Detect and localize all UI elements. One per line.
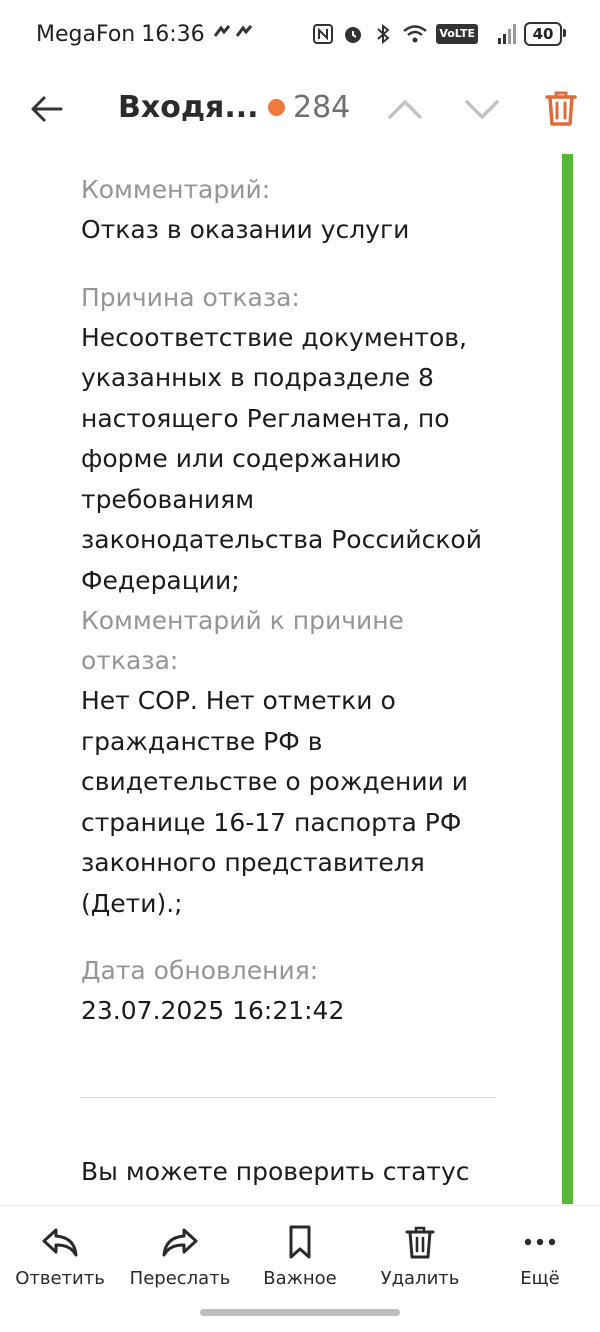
status-indicator-bar — [562, 154, 573, 1204]
bluetooth-icon — [377, 23, 390, 45]
section-value: Отказ в оказании услуги — [81, 215, 410, 244]
section-value-line: Несоответствие документов, — [81, 322, 467, 352]
more-label: Ещё — [520, 1268, 560, 1289]
mail-header: Входя... 284 — [0, 74, 600, 144]
section-value-line: гражданстве РФ в — [81, 726, 323, 756]
trash-icon — [405, 1226, 435, 1259]
section-update-date: Дата обновления: 23.07.2025 16:21:42 — [81, 951, 501, 1032]
unread-count: 284 — [293, 90, 351, 125]
section-label: Комментарий: — [81, 175, 271, 204]
section-value-line: законодательства Российской — [81, 525, 482, 554]
section-reason-comment: Комментарий к причине отказа: Нет СОР. Н… — [81, 601, 501, 924]
more-dots-icon — [524, 1238, 556, 1246]
unread-counter: 284 — [268, 90, 350, 125]
reply-icon — [42, 1228, 78, 1257]
status-check-text: Вы можете проверить статус — [81, 1157, 470, 1186]
section-label-line: Комментарий к причине — [81, 606, 404, 635]
delete-label: Удалить — [380, 1268, 460, 1289]
alarm-icon — [345, 27, 362, 43]
content-divider — [81, 1097, 495, 1098]
forward-button[interactable]: Переслать — [120, 1224, 240, 1289]
reply-label: Ответить — [15, 1268, 105, 1289]
more-button[interactable]: Ещё — [480, 1224, 600, 1289]
folder-title[interactable]: Входя... — [118, 90, 259, 125]
home-indicator[interactable] — [200, 1309, 400, 1316]
section-value-line: указанных в подразделе 8 — [81, 363, 434, 392]
status-icons: VoLTE 40 — [312, 22, 566, 46]
bookmark-icon — [289, 1225, 311, 1259]
section-value: 23.07.2025 16:21:42 — [81, 996, 345, 1025]
section-value-line: законного представителя — [81, 848, 425, 877]
important-label: Важное — [263, 1268, 337, 1289]
section-value-line: странице 16-17 паспорта РФ — [81, 807, 462, 837]
important-button[interactable]: Важное — [240, 1224, 360, 1289]
section-value-line: свидетельстве о рождении и — [81, 767, 469, 796]
forward-icon — [162, 1228, 198, 1257]
battery-icon: 40 — [524, 22, 566, 46]
status-left: MegaFon 16:36 — [36, 22, 255, 47]
section-value-line: (Дети).; — [81, 888, 183, 918]
section-label: Дата обновления: — [81, 956, 319, 985]
previous-message-icon[interactable] — [385, 92, 425, 126]
section-label: Причина отказа: — [81, 282, 300, 312]
section-value-line: Федерации; — [81, 565, 240, 595]
carrier-name: MegaFon — [36, 22, 136, 47]
next-message-icon[interactable] — [462, 92, 502, 126]
message-body: Комментарий: Отказ в оказании услуги При… — [81, 170, 501, 1032]
section-label-line: отказа: — [81, 646, 179, 675]
signal-icon — [498, 24, 516, 44]
forward-label: Переслать — [129, 1268, 231, 1289]
battery-level: 40 — [532, 25, 554, 43]
delete-trash-icon[interactable] — [544, 88, 578, 128]
status-bar: MegaFon 16:36 VoLTE 40 — [0, 0, 600, 74]
section-reason: Причина отказа: Несоответствие документо… — [81, 278, 501, 602]
section-value-line: форме или содержанию — [81, 444, 402, 473]
delete-button[interactable]: Удалить — [360, 1224, 480, 1289]
wifi-icon — [403, 25, 428, 43]
section-value-line: требованиям — [81, 484, 255, 514]
reply-button[interactable]: Ответить — [0, 1224, 120, 1289]
clock: 16:36 — [141, 22, 205, 47]
section-value-line: настоящего Регламента, по — [81, 403, 450, 433]
volte-badge: VoLTE — [436, 24, 478, 44]
section-value-line: Нет СОР. Нет отметки о — [81, 686, 396, 715]
nfc-icon — [313, 24, 334, 44]
section-comment: Комментарий: Отказ в оказании услуги — [81, 170, 501, 251]
back-arrow-icon[interactable] — [28, 90, 66, 128]
data-saver-icon — [211, 22, 255, 47]
unread-dot-icon — [268, 99, 285, 116]
